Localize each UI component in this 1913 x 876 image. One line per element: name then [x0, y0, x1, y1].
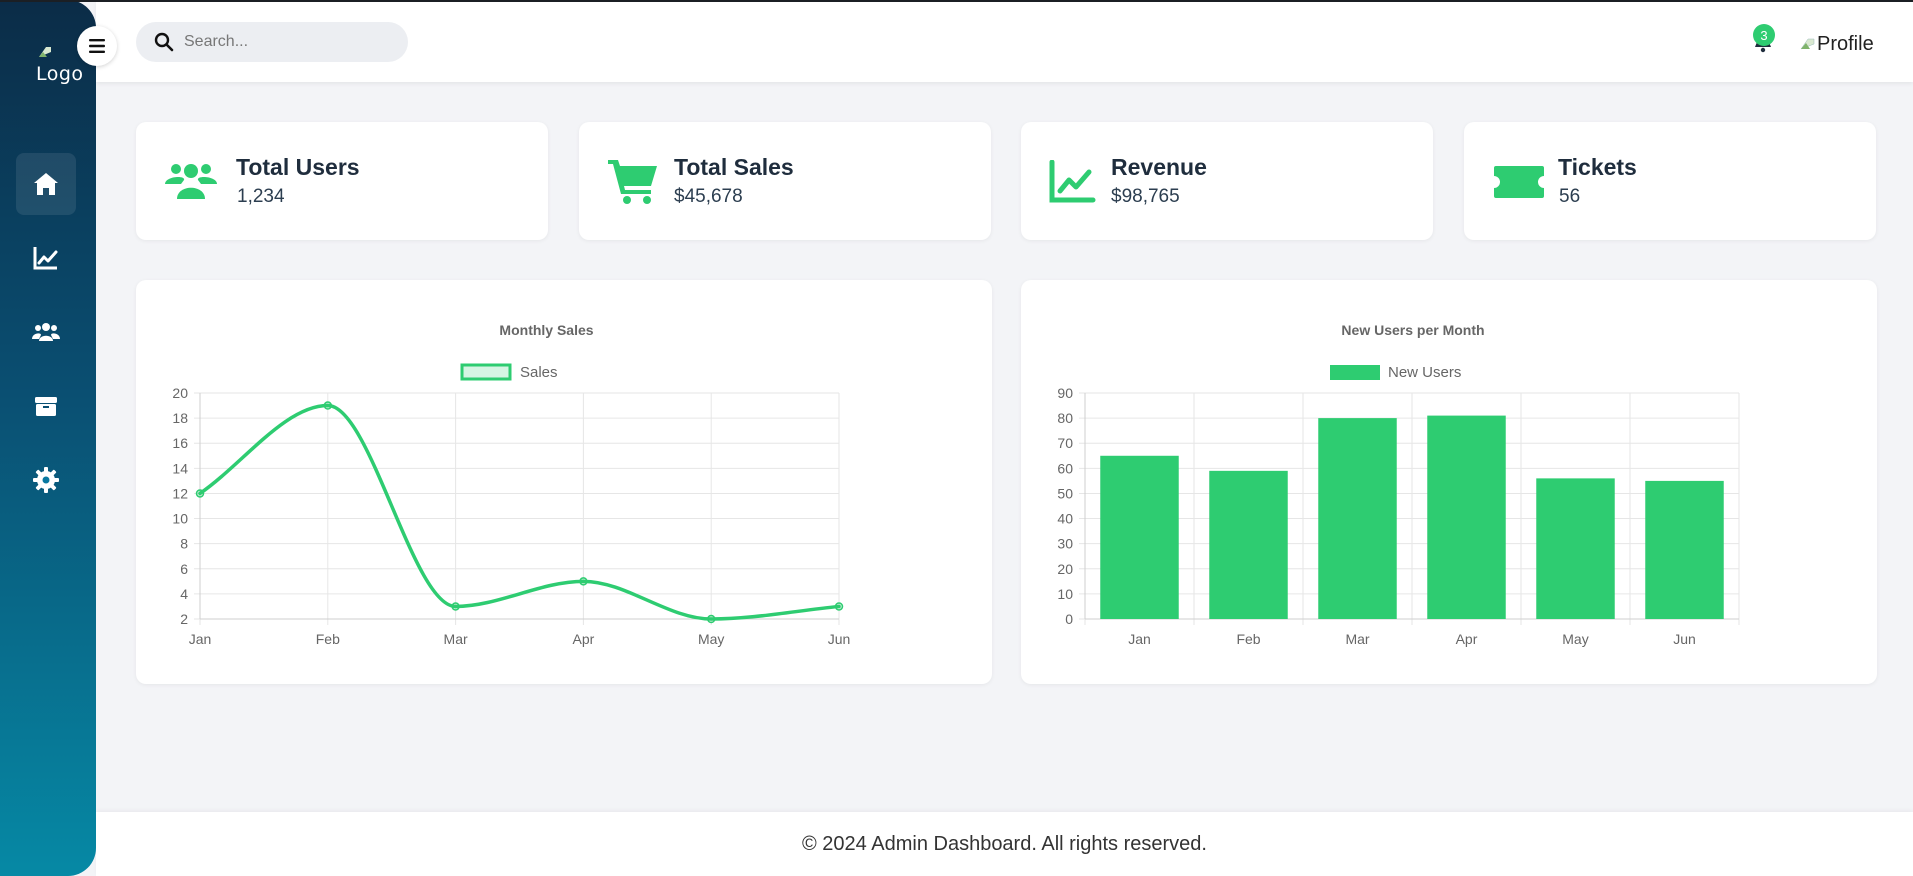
- bar-mar: [1318, 418, 1397, 619]
- gear-icon: [33, 467, 59, 493]
- chart-line-icon: [33, 247, 58, 270]
- x-tick-label: Apr: [573, 631, 595, 647]
- data-point: [579, 577, 588, 586]
- bar-jan: [1100, 455, 1179, 619]
- stat-card-total-sales: Total Sales $45,678: [579, 122, 991, 240]
- data-point: [323, 401, 333, 410]
- x-tick-label: Apr: [1456, 631, 1478, 647]
- sidebar-item-settings[interactable]: [16, 449, 76, 511]
- data-point: [195, 489, 205, 498]
- new-users-chart: New Users per Month New Users 0 10 20 30 40 50 6…: [1057, 322, 1740, 647]
- sidebar-item-products[interactable]: [16, 375, 76, 437]
- y-tick-label: 80: [1057, 410, 1073, 426]
- users-icon: [32, 323, 60, 341]
- y-tick-label: 8: [180, 536, 188, 552]
- broken-image-icon: [1800, 38, 1815, 50]
- legend-label: New Users: [1388, 364, 1461, 381]
- stat-card-revenue: Revenue $98,765: [1021, 122, 1433, 240]
- stat-card-tickets: Tickets 56: [1464, 122, 1876, 240]
- legend-label: Sales: [520, 364, 558, 381]
- top-header: 3 Profile: [96, 2, 1913, 82]
- y-tick-label: 70: [1057, 435, 1073, 451]
- y-tick-label: 90: [1057, 385, 1073, 401]
- home-icon: [34, 173, 58, 195]
- y-tick-label: 16: [172, 435, 188, 451]
- stat-value: 1,234: [237, 186, 285, 207]
- legend-swatch: [1330, 365, 1380, 380]
- data-point: [451, 602, 460, 611]
- y-tick-label: 2: [180, 611, 188, 627]
- sidebar-toggle-button[interactable]: [77, 26, 117, 66]
- stat-value: $45,678: [674, 186, 743, 207]
- y-tick-label: 20: [172, 385, 188, 401]
- stat-title: Tickets: [1558, 154, 1637, 180]
- y-tick-label: 50: [1057, 485, 1073, 501]
- x-tick-label: May: [1562, 631, 1588, 647]
- profile-avatar[interactable]: Profile: [1800, 32, 1874, 56]
- stat-value: 56: [1559, 186, 1581, 207]
- x-tick-label: Mar: [1345, 631, 1369, 647]
- bar-apr: [1427, 415, 1506, 619]
- x-tick-label: Jun: [828, 631, 851, 647]
- x-tick-label: Jan: [189, 631, 212, 647]
- ticket-icon: [1494, 166, 1544, 198]
- bar-may: [1536, 478, 1615, 619]
- y-tick-label: 4: [180, 586, 188, 602]
- window-top-border: [0, 0, 1913, 2]
- bar-feb: [1209, 470, 1288, 619]
- sidebar-item-users[interactable]: [16, 301, 76, 363]
- footer-copyright: © 2024 Admin Dashboard. All rights reser…: [802, 832, 1207, 855]
- notification-badge: 3: [1753, 24, 1775, 46]
- y-tick-label: 12: [172, 485, 188, 501]
- y-tick-label: 10: [1057, 586, 1073, 602]
- sidebar-item-analytics[interactable]: [16, 227, 76, 289]
- stat-card-total-users: Total Users 1,234: [136, 122, 548, 240]
- data-point: [706, 614, 716, 624]
- hamburger-icon: [89, 39, 105, 53]
- broken-image-icon: [39, 47, 51, 57]
- stat-title: Total Users: [236, 154, 360, 180]
- y-tick-label: 60: [1057, 460, 1073, 476]
- y-tick-label: 14: [172, 460, 188, 476]
- y-tick-label: 10: [172, 511, 188, 527]
- stat-title: Revenue: [1111, 154, 1207, 180]
- y-tick-label: 18: [172, 410, 188, 426]
- cart-icon: [608, 160, 657, 204]
- x-tick-label: Jan: [1128, 631, 1151, 647]
- footer: © 2024 Admin Dashboard. All rights reser…: [96, 812, 1913, 876]
- x-tick-label: Mar: [444, 631, 468, 647]
- chart-title: New Users per Month: [1341, 322, 1484, 338]
- monthly-sales-chart: Monthly Sales Sales 2 4 6 8 10 12 14 16 18 20 Jan Feb…: [172, 322, 851, 647]
- bar-chart-panel: New Users per Month New Users 0 10 20 30 40 50 6…: [1021, 280, 1877, 684]
- x-tick-label: May: [698, 631, 724, 647]
- box-icon: [35, 397, 57, 416]
- chart-line-icon: [1049, 160, 1096, 203]
- x-tick-label: Feb: [316, 631, 340, 647]
- y-tick-label: 20: [1057, 561, 1073, 577]
- x-tick-label: Jun: [1673, 631, 1696, 647]
- x-tick-label: Feb: [1236, 631, 1260, 647]
- y-tick-label: 6: [180, 561, 188, 577]
- bar-jun: [1645, 480, 1724, 619]
- sidebar-item-home[interactable]: [16, 153, 76, 215]
- stat-value: $98,765: [1111, 186, 1180, 207]
- search-icon: [154, 32, 174, 52]
- series-line-sales: [198, 403, 841, 621]
- y-tick-label: 0: [1065, 611, 1073, 627]
- y-tick-label: 30: [1057, 536, 1073, 552]
- data-point: [834, 602, 844, 611]
- line-chart-panel: Monthly Sales Sales 2 4 6 8 10 12 14 16 18 20 Jan Feb…: [136, 280, 992, 684]
- profile-alt-text: Profile: [1817, 32, 1874, 55]
- search-input[interactable]: [184, 30, 394, 54]
- stat-title: Total Sales: [674, 154, 794, 180]
- users-icon: [165, 164, 217, 199]
- sidebar: Logo: [0, 0, 96, 876]
- legend-swatch: [460, 363, 512, 381]
- search-bar[interactable]: [136, 22, 408, 62]
- logo-text: Logo: [36, 63, 84, 85]
- chart-title: Monthly Sales: [499, 322, 593, 338]
- y-tick-label: 40: [1057, 511, 1073, 527]
